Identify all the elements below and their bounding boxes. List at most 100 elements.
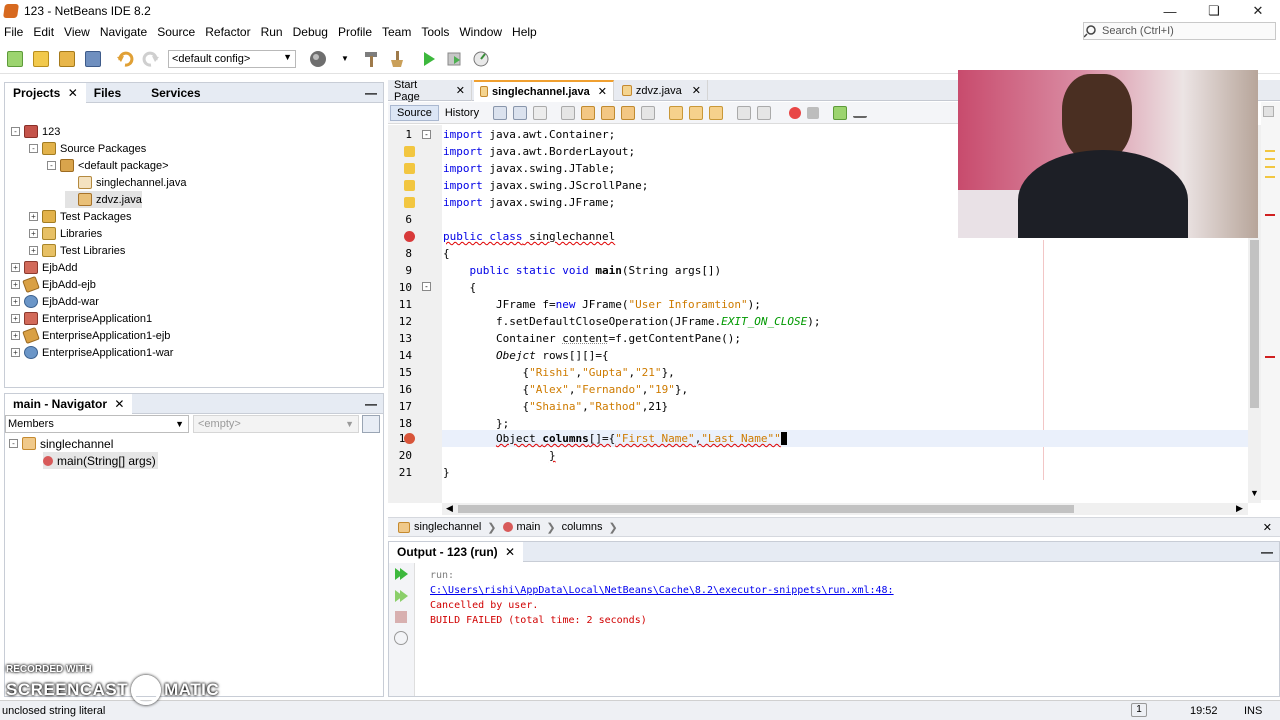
debug-project-button[interactable] — [444, 48, 466, 70]
notifications-badge[interactable]: 1 — [1131, 703, 1147, 717]
project-tree-item[interactable]: singlechannel.java — [65, 174, 187, 191]
source-mode-button[interactable]: Source — [390, 104, 439, 121]
history-mode-button[interactable]: History — [439, 106, 485, 120]
hint-bulb-icon[interactable] — [404, 180, 415, 191]
minimize-panel-icon[interactable]: — — [365, 397, 377, 411]
stop-icon[interactable] — [395, 611, 407, 623]
expand-toggle-icon[interactable]: - — [47, 161, 56, 170]
menu-debug[interactable]: Debug — [289, 25, 334, 39]
build-button[interactable] — [386, 48, 408, 70]
close-icon[interactable]: ✕ — [456, 84, 465, 97]
project-tree-item[interactable]: + EnterpriseApplication1-ejb — [11, 326, 170, 345]
save-all-button[interactable] — [82, 48, 104, 70]
tab-singlechannel-java[interactable]: singlechannel.java ✕ — [474, 80, 614, 101]
find-next-icon[interactable] — [601, 105, 616, 120]
find-icon[interactable] — [561, 105, 576, 120]
menu-run[interactable]: Run — [257, 25, 289, 39]
new-file-button[interactable] — [4, 48, 26, 70]
project-tree-item[interactable]: + EnterpriseApplication1-war — [11, 344, 173, 361]
menu-source[interactable]: Source — [153, 25, 201, 39]
diff-icon[interactable] — [853, 106, 868, 118]
project-tree-item[interactable]: - Source Packages — [29, 140, 146, 157]
project-tree-item[interactable]: zdvz.java — [65, 191, 142, 208]
warning-mark[interactable] — [1265, 158, 1275, 160]
project-tree-item[interactable]: + Test Libraries — [29, 242, 125, 259]
error-icon[interactable] — [404, 231, 415, 242]
expand-toggle-icon[interactable]: + — [29, 229, 38, 238]
expand-toggle-icon[interactable]: + — [11, 297, 20, 306]
tab-projects[interactable]: Projects ✕ — [5, 82, 86, 103]
breadcrumb-method[interactable]: main ❯ — [502, 521, 562, 534]
menu-navigate[interactable]: Navigate — [96, 25, 153, 39]
back-icon[interactable] — [513, 105, 528, 120]
expand-toggle-icon[interactable]: + — [11, 280, 20, 289]
scroll-right-icon[interactable]: ▶ — [1236, 503, 1243, 514]
breadcrumb-field[interactable]: columns ❯ — [562, 521, 624, 534]
scroll-down-icon[interactable]: ▼ — [1250, 488, 1259, 498]
shift-right-icon[interactable] — [757, 105, 772, 120]
redo-button[interactable] — [140, 48, 162, 70]
expand-toggle-icon[interactable]: + — [11, 331, 20, 340]
navigator-method-item[interactable]: main(String[] args) — [43, 452, 158, 469]
error-bulb-icon[interactable] — [404, 433, 415, 444]
profile-project-button[interactable] — [470, 48, 492, 70]
close-window-button[interactable]: ✕ — [1236, 0, 1280, 22]
project-tree-item[interactable]: - <default package> — [47, 157, 169, 174]
tab-start-page[interactable]: Start Page ✕ — [388, 79, 472, 103]
menu-help[interactable]: Help — [508, 25, 543, 39]
close-icon[interactable]: ✕ — [114, 397, 124, 411]
minimize-panel-icon[interactable]: — — [1261, 545, 1273, 559]
horizontal-scrollbar-thumb[interactable] — [458, 505, 1074, 513]
next-bookmark-icon[interactable] — [689, 105, 704, 120]
menu-refactor[interactable]: Refactor — [201, 25, 256, 39]
hint-bulb-icon[interactable] — [404, 197, 415, 208]
expand-toggle-icon[interactable]: + — [11, 314, 20, 323]
error-mark[interactable] — [1265, 356, 1275, 358]
error-mark[interactable] — [1265, 214, 1275, 216]
close-icon[interactable]: ✕ — [598, 85, 607, 98]
expand-toggle-icon[interactable]: - — [29, 144, 38, 153]
warning-mark[interactable] — [1265, 150, 1275, 152]
rerun-with-params-icon[interactable] — [393, 589, 409, 603]
tab-zdvz-java[interactable]: zdvz.java ✕ — [616, 80, 708, 101]
navigator-class-item[interactable]: - singlechannel — [9, 435, 113, 452]
scroll-left-icon[interactable]: ◀ — [446, 503, 453, 514]
close-icon[interactable]: ✕ — [505, 545, 515, 559]
dropdown-arrow[interactable]: ▼ — [334, 48, 356, 70]
expand-toggle-icon[interactable]: + — [11, 263, 20, 272]
tab-services[interactable]: Services — [143, 83, 208, 103]
find-previous-icon[interactable] — [581, 105, 596, 120]
record-macro-icon[interactable] — [789, 106, 802, 119]
clean-build-button[interactable] — [360, 48, 382, 70]
vertical-scrollbar-thumb[interactable] — [1250, 240, 1259, 408]
tab-navigator[interactable]: main - Navigator ✕ — [5, 393, 133, 414]
rerun-icon[interactable] — [393, 567, 409, 581]
minimize-panel-icon[interactable]: — — [365, 86, 377, 100]
close-icon[interactable]: ✕ — [1263, 521, 1272, 534]
project-tree-item[interactable]: + EnterpriseApplication1 — [11, 310, 152, 327]
project-tree-item[interactable]: + EjbAdd — [11, 259, 77, 276]
hint-bulb-icon[interactable] — [404, 146, 415, 157]
output-link[interactable]: C:\Users\rishi\AppData\Local\NetBeans\Ca… — [430, 583, 894, 598]
prev-bookmark-icon[interactable] — [669, 105, 684, 120]
members-dropdown[interactable]: Members ▼ — [5, 415, 189, 433]
close-icon[interactable]: ✕ — [692, 84, 701, 97]
run-project-button[interactable] — [418, 48, 440, 70]
warning-mark[interactable] — [1265, 166, 1275, 168]
hint-bulb-icon[interactable] — [404, 163, 415, 174]
minimize-button[interactable]: — — [1148, 0, 1192, 22]
project-tree-item[interactable]: + EjbAdd-ejb — [11, 275, 96, 294]
config-dropdown[interactable]: <default config> ▼ — [168, 49, 296, 68]
run-config-button[interactable] — [308, 48, 330, 70]
fold-toggle-icon[interactable]: - — [422, 282, 431, 291]
undo-button[interactable] — [114, 48, 136, 70]
menu-tools[interactable]: Tools — [417, 25, 455, 39]
project-tree-item[interactable]: - 123 — [11, 123, 60, 140]
menu-edit[interactable]: Edit — [29, 25, 60, 39]
expand-toggle-icon[interactable]: - — [11, 127, 20, 136]
expand-toggle-icon[interactable]: + — [29, 212, 38, 221]
toggle-highlight-icon[interactable] — [621, 105, 636, 120]
restore-button[interactable]: ❏ — [1192, 0, 1236, 22]
forward-icon[interactable] — [533, 105, 548, 120]
menu-window[interactable]: Window — [455, 25, 508, 39]
